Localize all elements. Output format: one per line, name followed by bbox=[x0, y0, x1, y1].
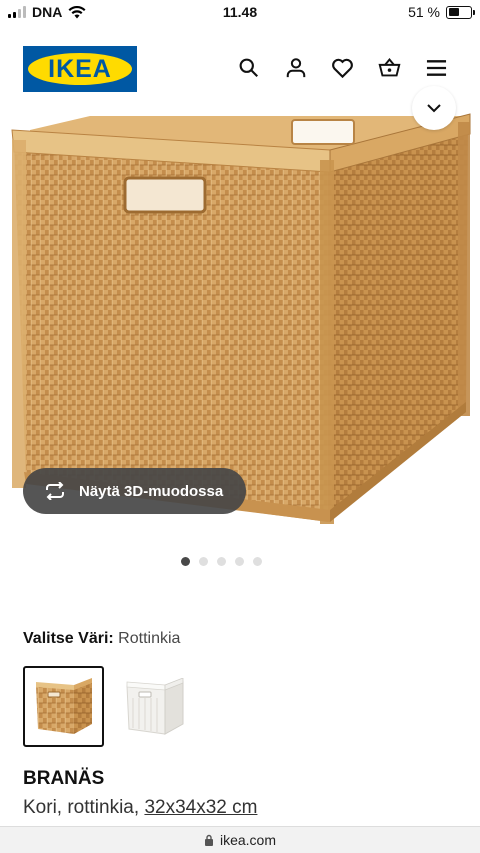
color-label: Valitse Väri: Rottinkia bbox=[23, 630, 181, 647]
product-description: Kori, rottinkia, 32x34x32 cm bbox=[23, 797, 257, 819]
pagination-dot[interactable] bbox=[234, 557, 244, 566]
battery-percent: 51 % bbox=[408, 4, 440, 20]
ikea-logo[interactable]: IKEA bbox=[23, 46, 137, 92]
browser-url-bar[interactable]: ikea.com bbox=[0, 826, 480, 853]
color-value: Rottinkia bbox=[118, 630, 181, 647]
battery-icon bbox=[446, 5, 475, 19]
basket-icon[interactable] bbox=[378, 56, 401, 79]
swatch-white[interactable] bbox=[114, 666, 195, 747]
pagination-dot[interactable] bbox=[216, 557, 226, 566]
user-icon[interactable] bbox=[284, 56, 307, 79]
color-swatches bbox=[23, 666, 195, 747]
menu-icon[interactable] bbox=[425, 56, 448, 79]
pagination-dot[interactable] bbox=[198, 557, 208, 566]
rattan-basket-thumbnail bbox=[35, 677, 92, 734]
swatch-rattan[interactable] bbox=[23, 666, 104, 747]
product-size-link[interactable]: 32x34x32 cm bbox=[144, 797, 257, 818]
gallery-pagination bbox=[0, 557, 480, 566]
chevron-down-icon bbox=[427, 103, 441, 112]
pagination-dot[interactable] bbox=[180, 557, 190, 566]
heart-icon[interactable] bbox=[331, 56, 354, 79]
url-domain: ikea.com bbox=[219, 832, 277, 848]
view-3d-button[interactable]: Näytä 3D-muodossa bbox=[23, 468, 246, 514]
white-basket-thumbnail bbox=[125, 677, 183, 735]
product-type: Kori, rottinkia, bbox=[23, 797, 140, 818]
status-bar: DNA 11.48 51 % bbox=[0, 0, 480, 26]
rotate-3d-icon bbox=[46, 482, 64, 500]
zoom-button[interactable] bbox=[412, 86, 456, 130]
site-header: IKEA bbox=[0, 44, 480, 94]
lock-icon bbox=[204, 834, 213, 846]
search-icon[interactable] bbox=[237, 56, 260, 79]
view-3d-label: Näytä 3D-muodossa bbox=[79, 482, 224, 500]
product-name: BRANÄS bbox=[23, 768, 105, 789]
pagination-dot[interactable] bbox=[252, 557, 262, 566]
